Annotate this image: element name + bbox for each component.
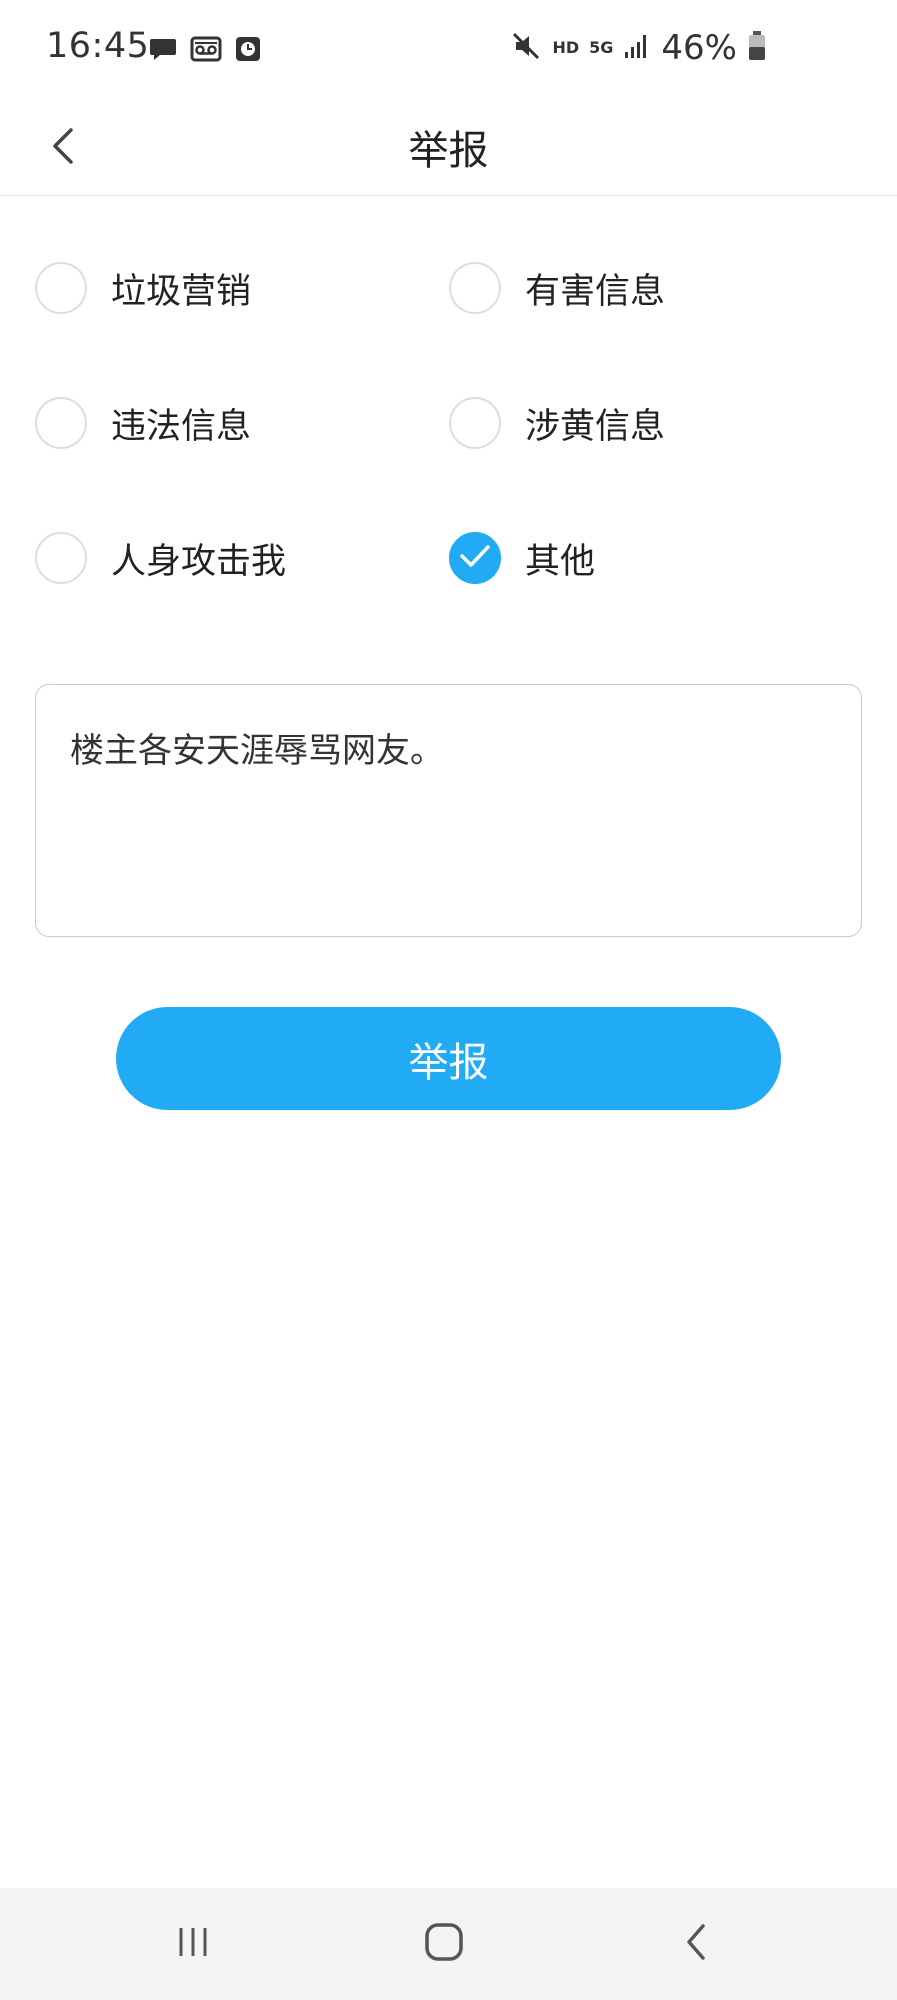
radio-button[interactable] [35, 397, 87, 449]
option-personal-attack[interactable]: 人身攻击我 [35, 532, 286, 584]
battery-percent: 46% [661, 28, 737, 68]
status-system-icons: HD 5G 46% [510, 28, 767, 68]
nav-back-button[interactable] [666, 1916, 726, 1972]
status-notification-icons [148, 34, 262, 68]
option-illegal[interactable]: 违法信息 [35, 397, 251, 449]
message-icon [148, 34, 178, 68]
option-pornographic[interactable]: 涉黄信息 [449, 397, 665, 449]
option-spam[interactable]: 垃圾营销 [35, 262, 251, 314]
checkmark-icon [458, 542, 492, 574]
option-harmful[interactable]: 有害信息 [449, 262, 665, 314]
report-screen: 16:45 HD 5G 46% 举报 垃圾营销 有害信息 违法信息 涉黄信息 人… [0, 0, 897, 2000]
status-time: 16:45 [46, 26, 150, 66]
option-label: 垃圾营销 [111, 271, 252, 312]
clock-app-icon [234, 34, 262, 68]
radio-button-checked[interactable] [449, 532, 501, 584]
home-button[interactable] [414, 1916, 474, 1972]
option-label: 违法信息 [111, 406, 252, 447]
option-label: 人身攻击我 [111, 541, 287, 582]
radio-button[interactable] [449, 262, 501, 314]
back-icon [681, 1920, 711, 1968]
option-other[interactable]: 其他 [449, 532, 595, 584]
signal-icon [623, 32, 651, 64]
submit-report-button[interactable]: 举报 [116, 1007, 781, 1110]
header-bar: 举报 [0, 100, 897, 196]
radio-button[interactable] [449, 397, 501, 449]
radio-button[interactable] [35, 262, 87, 314]
option-label: 其他 [525, 541, 596, 582]
hd-label: HD [552, 38, 580, 57]
voicemail-icon [190, 34, 222, 68]
system-nav-bar [0, 1888, 897, 2000]
radio-button[interactable] [35, 532, 87, 584]
network-type-label: 5G [589, 38, 614, 57]
recent-apps-icon [173, 1922, 213, 1966]
page-title: 举报 [408, 128, 489, 174]
home-icon [422, 1920, 466, 1968]
report-reason-textarea[interactable]: 楼主各安天涯辱骂网友。 [35, 684, 862, 937]
mute-icon [510, 30, 542, 66]
status-bar: 16:45 HD 5G 46% [0, 0, 897, 100]
battery-icon [747, 30, 767, 66]
option-label: 有害信息 [525, 271, 666, 312]
recent-apps-button[interactable] [163, 1916, 223, 1972]
option-label: 涉黄信息 [525, 406, 666, 447]
